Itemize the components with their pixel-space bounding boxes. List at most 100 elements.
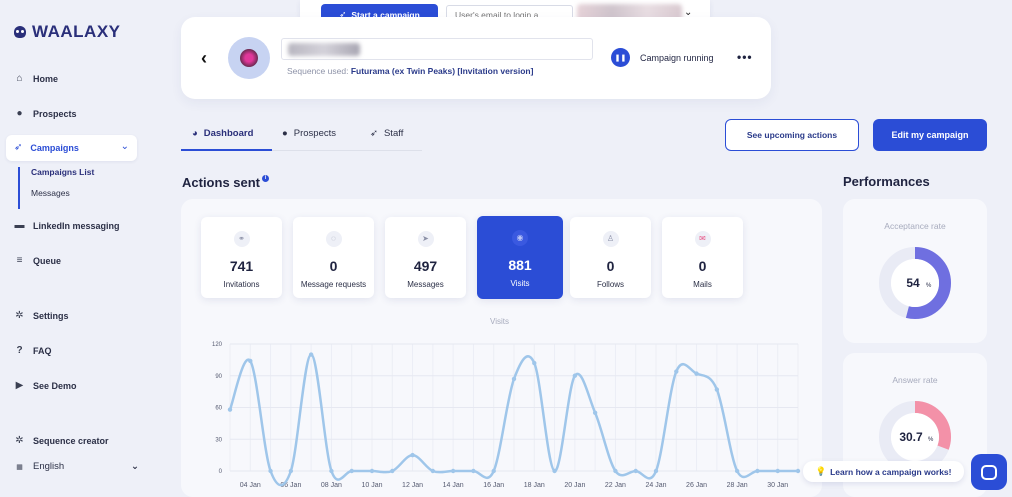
sidebar-item-label: LinkedIn messaging: [33, 220, 120, 231]
chat-icon: ▬: [14, 220, 25, 231]
campaign-header-card: ‹ Sequence used: Futurama (ex Twin Peaks…: [181, 17, 771, 99]
mail-icon: ✉: [694, 231, 711, 247]
pause-icon[interactable]: ❚❚: [611, 48, 630, 67]
data-point: [390, 468, 395, 474]
stat-value: 0: [606, 258, 615, 274]
data-point: [248, 358, 253, 364]
back-arrow-icon[interactable]: ‹: [201, 48, 207, 69]
x-tick-label: 20 Jan: [564, 482, 585, 489]
campaigns-subnav: Campaigns List Messages: [18, 167, 94, 209]
y-tick-label: 90: [215, 374, 222, 380]
lightbulb-icon: 💡: [815, 466, 827, 476]
data-point: [653, 468, 659, 474]
tab-label: Staff: [383, 128, 404, 139]
send-icon: ➤: [417, 231, 434, 247]
gear-icon: ✲: [15, 310, 24, 321]
x-tick-label: 08 Jan: [321, 482, 342, 489]
campaign-name-field[interactable]: [281, 38, 593, 60]
learn-campaign-link[interactable]: 💡 Learn how a campaign works!: [803, 461, 964, 482]
queue-icon: ≡: [16, 255, 23, 266]
info-icon[interactable]: i: [262, 175, 270, 182]
link-icon: ⚭: [233, 231, 250, 247]
y-tick-label: 120: [212, 342, 223, 348]
chevron-down-icon[interactable]: ⌄: [121, 141, 129, 152]
sidebar-item-sequence-creator[interactable]: ✲ Sequence creator: [14, 435, 109, 446]
data-point: [572, 373, 578, 378]
chart-title: Visits: [490, 317, 509, 326]
stat-label: Mails: [693, 280, 712, 289]
data-point: [714, 387, 720, 392]
sidebar-item-queue[interactable]: ≡ Queue: [14, 255, 61, 266]
tab-dashboard[interactable]: ◕ Dashboard: [192, 128, 253, 139]
blurred-name: [288, 43, 360, 56]
data-point: [694, 371, 699, 376]
data-point: [592, 410, 598, 415]
sidebar-item-label: FAQ: [33, 345, 52, 356]
logo[interactable]: WAALAXY: [14, 22, 121, 42]
data-point: [450, 468, 456, 474]
tab-label: Dashboard: [203, 128, 254, 139]
x-tick-label: 10 Jan: [361, 482, 382, 489]
support-chat-button[interactable]: [971, 454, 1007, 490]
stat-invitations[interactable]: ⚭ 741 Invitations: [201, 217, 282, 298]
stat-mails[interactable]: ✉ 0 Mails: [662, 217, 743, 298]
sidebar-item-label: Queue: [33, 255, 62, 266]
data-point: [369, 468, 375, 474]
subnav-campaigns-list[interactable]: Campaigns List: [31, 167, 94, 177]
sidebar-item-prospects[interactable]: ● Prospects: [14, 108, 76, 119]
data-point: [410, 452, 415, 458]
data-point: [552, 468, 557, 474]
sidebar-item-settings[interactable]: ✲ Settings: [14, 310, 69, 321]
message-request-icon: ◌: [325, 231, 342, 247]
sidebar-item-campaigns[interactable]: ➶ Campaigns ⌄: [6, 135, 137, 161]
see-upcoming-actions-button[interactable]: See upcoming actions: [725, 119, 859, 151]
stat-visits[interactable]: ◉ 881 Visits: [477, 216, 563, 299]
stat-value: 0: [698, 258, 707, 274]
sidebar-item-home[interactable]: ⌂ Home: [14, 73, 58, 84]
stat-label: Invitations: [223, 280, 260, 289]
data-point: [471, 468, 476, 474]
stat-follows[interactable]: ♙ 0 Follows: [570, 217, 651, 298]
pie-chart-icon: ◕: [192, 128, 198, 139]
sequence-prefix: Sequence used:: [287, 66, 349, 76]
tab-prospects[interactable]: ● Prospects: [282, 128, 336, 139]
y-tick-label: 60: [215, 406, 222, 412]
language-select[interactable]: ▦ English ⌄: [14, 461, 139, 472]
subnav-messages[interactable]: Messages: [31, 188, 94, 198]
alien-logo-icon: [14, 26, 26, 38]
stat-message-requests[interactable]: ◌ 0 Message requests: [293, 217, 374, 298]
data-point: [674, 369, 679, 374]
sidebar-item-linkedin-messaging[interactable]: ▬ LinkedIn messaging: [14, 220, 120, 231]
more-options-icon[interactable]: •••: [737, 50, 753, 64]
edit-campaign-button[interactable]: Edit my campaign: [873, 119, 987, 151]
stat-value: 0: [329, 258, 338, 274]
stat-label: Follows: [596, 280, 625, 289]
stat-value: 741: [229, 258, 254, 274]
x-tick-label: 30 Jan: [767, 482, 788, 489]
stat-messages[interactable]: ➤ 497 Messages: [385, 217, 466, 298]
tab-staff[interactable]: ➶ Staff: [370, 128, 403, 139]
data-point: [430, 468, 436, 474]
chat-bubble-icon: [981, 464, 997, 480]
x-tick-label: 12 Jan: [402, 482, 423, 489]
data-point: [349, 468, 354, 474]
home-icon: ⌂: [16, 73, 23, 84]
follow-icon: ♙: [602, 231, 619, 247]
sidebar-item-label: Settings: [33, 310, 69, 321]
active-tab-indicator: [181, 149, 272, 151]
x-tick-label: 04 Jan: [240, 482, 261, 489]
data-point: [633, 468, 638, 474]
play-icon: ▶: [15, 380, 24, 391]
sidebar-item-faq[interactable]: ? FAQ: [14, 345, 52, 356]
acceptance-donut: 54 %: [879, 247, 951, 319]
stat-label: Message requests: [300, 280, 367, 289]
tab-label: Prospects: [293, 128, 336, 139]
data-point: [227, 407, 233, 412]
sequence-name[interactable]: Futurama (ex Twin Peaks) [Invitation ver…: [351, 66, 534, 76]
sidebar-item-see-demo[interactable]: ▶ See Demo: [14, 380, 77, 391]
data-point: [308, 352, 314, 357]
acceptance-unit: %: [926, 283, 932, 289]
sidebar-item-label: Sequence creator: [33, 435, 109, 446]
avatar: [228, 37, 270, 79]
stat-label: Visits: [510, 279, 530, 288]
